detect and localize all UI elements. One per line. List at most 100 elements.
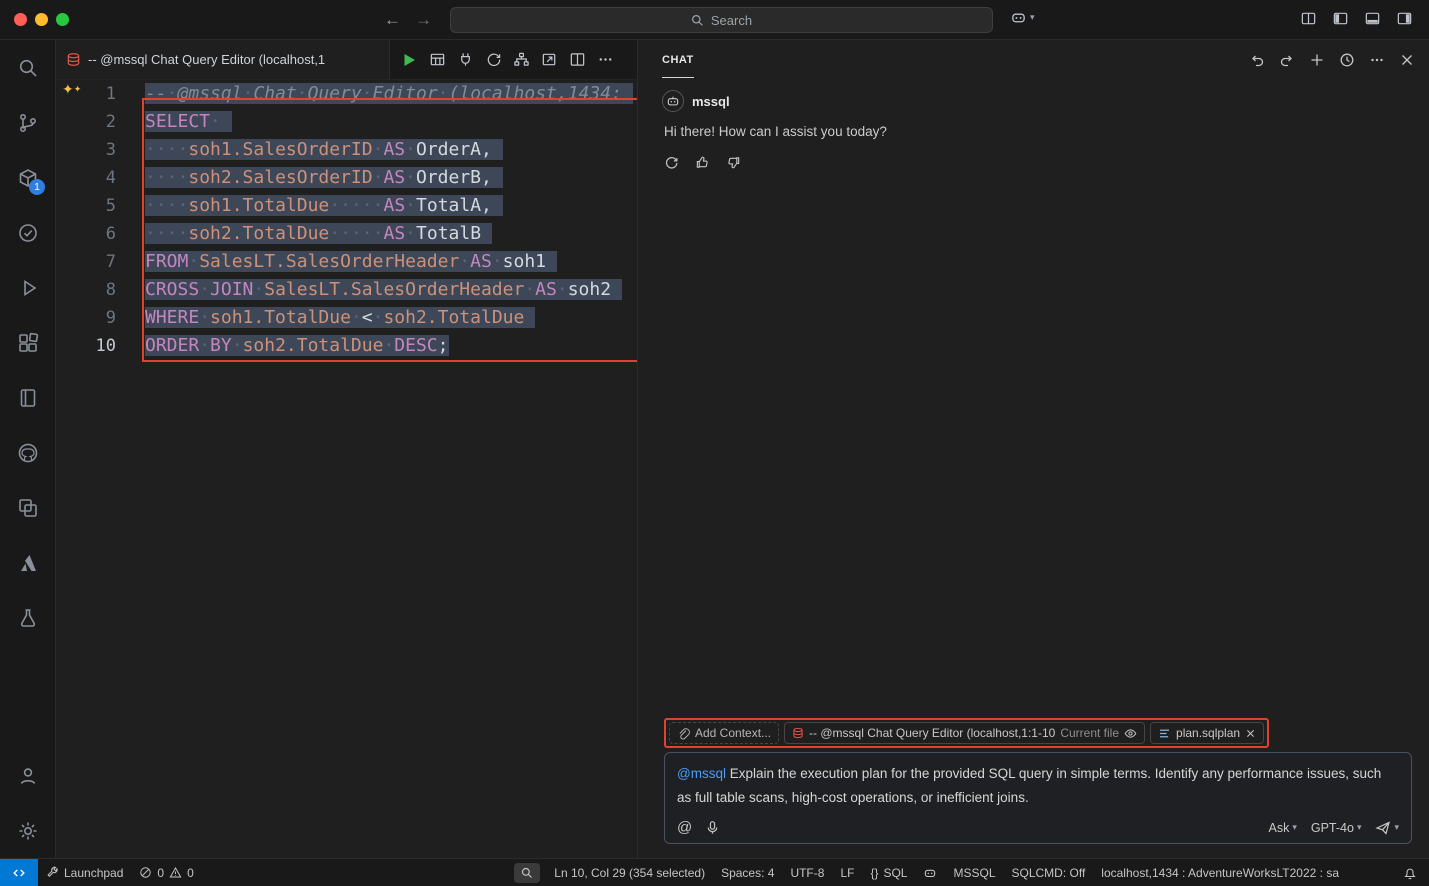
line-number: 2 [56, 108, 145, 136]
status-bar: Launchpad 0 0 Ln 10, Col 29 (354 selecte… [0, 858, 1429, 886]
cursor-position[interactable]: Ln 10, Col 29 (354 selected) [546, 866, 713, 880]
code-line[interactable]: 8CROSS·JOIN·SalesLT.SalesOrderHeader·AS·… [56, 276, 637, 304]
split-editor-icon[interactable] [569, 51, 586, 68]
sidebar-item-settings[interactable] [0, 803, 55, 858]
forward-icon[interactable]: → [415, 7, 432, 33]
redo-icon[interactable] [1279, 52, 1295, 68]
close-icon[interactable] [1399, 52, 1415, 68]
close-traffic-button[interactable] [14, 13, 27, 26]
eol[interactable]: LF [832, 866, 862, 880]
chat-input-text[interactable]: @mssql Explain the execution plan for th… [677, 762, 1399, 810]
chat-input[interactable]: @mssql Explain the execution plan for th… [664, 752, 1412, 844]
zoom-traffic-button[interactable] [56, 13, 69, 26]
regenerate-icon[interactable] [664, 155, 679, 170]
sidebar-item-github[interactable] [0, 425, 55, 480]
copilot-icon [923, 866, 937, 880]
copilot-menu-button[interactable]: ▾ [1010, 9, 1035, 26]
model-dropdown[interactable]: GPT-4o▾ [1311, 821, 1362, 835]
chat-title[interactable]: CHAT [662, 42, 694, 78]
send-button[interactable]: ▾ [1375, 820, 1399, 836]
undo-icon[interactable] [1249, 52, 1265, 68]
sidebar-item-run-debug[interactable] [0, 260, 55, 315]
warning-icon [169, 866, 182, 879]
problems-button[interactable]: 0 0 [131, 866, 201, 880]
copilot-status-button[interactable] [915, 866, 945, 880]
encoding[interactable]: UTF-8 [782, 866, 832, 880]
launchpad-button[interactable]: Launchpad [38, 866, 131, 880]
book-icon [16, 386, 40, 410]
eye-icon[interactable] [1124, 727, 1137, 740]
open-plan-icon[interactable] [541, 51, 558, 68]
traffic-lights [14, 13, 69, 26]
context-chip-plan[interactable]: plan.sqlplan [1150, 722, 1264, 744]
thumbs-down-icon[interactable] [726, 155, 741, 170]
context-chip-current-file[interactable]: -- @mssql Chat Query Editor (localhost,1… [784, 722, 1145, 744]
mode-dropdown[interactable]: Ask▾ [1268, 821, 1296, 835]
history-icon[interactable] [1339, 52, 1355, 68]
indentation[interactable]: Spaces: 4 [713, 866, 782, 880]
remote-indicator[interactable] [0, 859, 38, 886]
paperclip-icon [677, 727, 690, 740]
mic-icon[interactable] [705, 820, 720, 835]
close-icon[interactable] [1245, 728, 1256, 739]
editor-body[interactable]: ✦✦ 1--·@mssql·Chat·Query·Editor·(localho… [56, 80, 637, 858]
minimize-traffic-button[interactable] [35, 13, 48, 26]
connect-icon[interactable] [457, 51, 474, 68]
run-query-icon[interactable] [400, 51, 418, 69]
search-icon [16, 56, 40, 80]
sidebar-item-notebooks[interactable] [0, 370, 55, 425]
sqlcmd-status[interactable]: SQLCMD: Off [1004, 866, 1094, 880]
mention-link[interactable]: @mssql [677, 766, 726, 781]
copilot-icon [1010, 9, 1027, 26]
more-actions-icon[interactable] [597, 51, 614, 68]
sidebar-item-references[interactable]: 1 [0, 150, 55, 205]
language-mode[interactable]: {} SQL [862, 866, 915, 880]
results-grid-icon[interactable] [429, 51, 446, 68]
context-chip-label: plan.sqlplan [1176, 726, 1240, 740]
editor-tab[interactable]: -- @mssql Chat Query Editor (localhost,1 [56, 40, 390, 79]
estimated-plan-icon[interactable] [513, 51, 530, 68]
sidebar-item-extensions[interactable] [0, 315, 55, 370]
more-icon[interactable] [1369, 52, 1385, 68]
search-input[interactable]: Search [450, 7, 993, 33]
mention-icon[interactable]: @ [677, 819, 692, 836]
mssql-status[interactable]: MSSQL [945, 866, 1003, 880]
notifications-button[interactable] [1395, 866, 1429, 880]
chat-body: mssql Hi there! How can I assist you tod… [638, 80, 1429, 718]
change-connection-icon[interactable] [485, 51, 502, 68]
database-icon [792, 727, 804, 739]
line-number: 7 [56, 248, 145, 276]
sidebar-item-remote-explorer[interactable] [0, 480, 55, 535]
connection-status[interactable]: localhost,1434 : AdventureWorksLT2022 : … [1093, 866, 1347, 880]
sidebar-item-accounts[interactable] [0, 748, 55, 803]
back-icon[interactable]: ← [384, 7, 401, 33]
code-line[interactable]: 7FROM·SalesLT.SalesOrderHeader·AS·soh1 [56, 248, 637, 276]
code-lines[interactable]: 1--·@mssql·Chat·Query·Editor·(localhost,… [56, 80, 637, 360]
thumbs-up-icon[interactable] [695, 155, 710, 170]
sidebar-item-source-control[interactable] [0, 95, 55, 150]
sidebar-item-database-projects[interactable] [0, 590, 55, 645]
add-context-button[interactable]: Add Context... [669, 722, 779, 744]
code-line[interactable]: 3····soh1.SalesOrderID·AS·OrderA, [56, 136, 637, 164]
chevron-down-icon: ▾ [1292, 822, 1297, 833]
code-line[interactable]: 9WHERE·soh1.TotalDue·<·soh2.TotalDue [56, 304, 637, 332]
sidebar-item-azure[interactable] [0, 535, 55, 590]
toggle-panel-icon[interactable] [1364, 10, 1381, 27]
split-columns-icon[interactable] [1300, 10, 1317, 27]
code-line[interactable]: 5····soh1.TotalDue·····AS·TotalA, [56, 192, 637, 220]
code-line[interactable]: 2SELECT· [56, 108, 637, 136]
copilot-sparkle-icon[interactable]: ✦✦ [62, 82, 81, 96]
sidebar-item-testing[interactable] [0, 205, 55, 260]
toggle-sidebar-right-icon[interactable] [1396, 10, 1413, 27]
source-control-icon [16, 111, 40, 135]
code-line[interactable]: 10ORDER·BY·soh2.TotalDue·DESC; [56, 332, 637, 360]
search-status-button[interactable] [514, 863, 540, 883]
editor-tab-bar: -- @mssql Chat Query Editor (localhost,1 [56, 40, 637, 80]
code-line[interactable]: 6····soh2.TotalDue·····AS·TotalB [56, 220, 637, 248]
code-line[interactable]: 1--·@mssql·Chat·Query·Editor·(localhost,… [56, 80, 637, 108]
check-circle-icon [16, 221, 40, 245]
sidebar-item-search[interactable] [0, 40, 55, 95]
toggle-sidebar-left-icon[interactable] [1332, 10, 1349, 27]
code-line[interactable]: 4····soh2.SalesOrderID·AS·OrderB, [56, 164, 637, 192]
new-chat-icon[interactable] [1309, 52, 1325, 68]
